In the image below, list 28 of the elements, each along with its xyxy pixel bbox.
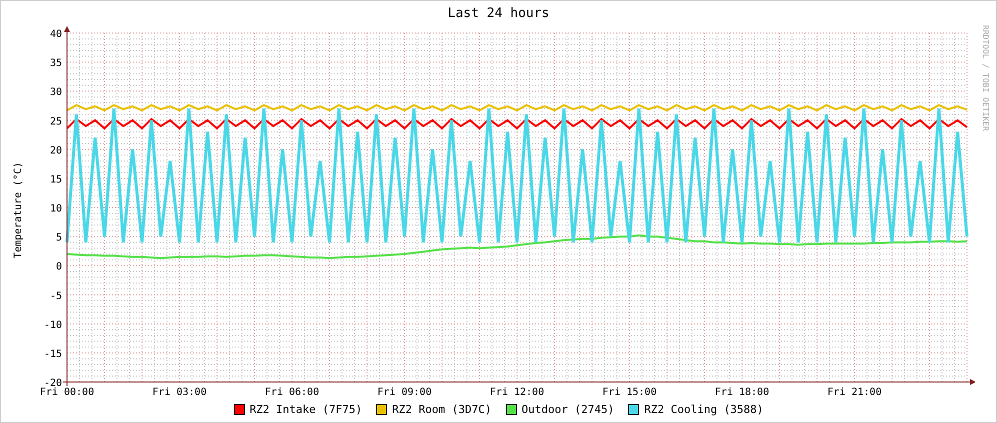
y-tick-label: 20	[50, 145, 62, 156]
legend-label: RZ2 Room (3D7C)	[392, 402, 492, 416]
y-tick-label: 40	[50, 29, 62, 40]
y-tick-label: 0	[56, 262, 62, 273]
chart-title: Last 24 hours	[446, 5, 550, 23]
y-tick-label: 30	[50, 87, 62, 98]
y-tick-label: 35	[50, 58, 62, 70]
x-tick-label: Fri 12:00	[490, 387, 544, 395]
legend-label: RZ2 Intake (7F75)	[250, 402, 362, 416]
x-tick-label: Fri 06:00	[264, 387, 320, 395]
x-tick-label: Fri 03:00	[152, 387, 207, 395]
legend-label: Outdoor (2745)	[522, 402, 614, 416]
y-tick-label: -15	[44, 348, 62, 360]
y-tick-label: 15	[50, 174, 62, 186]
y-tick-label: -20	[44, 378, 62, 389]
y-tick-label: 5	[56, 232, 62, 244]
x-tick-label: Fri 21:00	[827, 387, 882, 395]
y-tick-label: -10	[44, 320, 62, 331]
y-tick-label: 25	[50, 116, 62, 128]
y-axis-label: Temperature (°C)	[12, 162, 24, 258]
y-tick-label: 10	[50, 204, 62, 214]
x-tick-label: Fri 18:00	[714, 387, 770, 395]
y-tick-label: -5	[50, 290, 62, 302]
credit-text: RRDTOOL / TOBI OETIKER	[981, 25, 990, 131]
x-tick-label: Fri 09:00	[377, 387, 432, 395]
x-tick-label: Fri 15:00	[602, 387, 657, 395]
legend-label: RZ2 Cooling (3588)	[644, 402, 764, 416]
x-tick-label: Fri 00:00	[40, 387, 94, 395]
